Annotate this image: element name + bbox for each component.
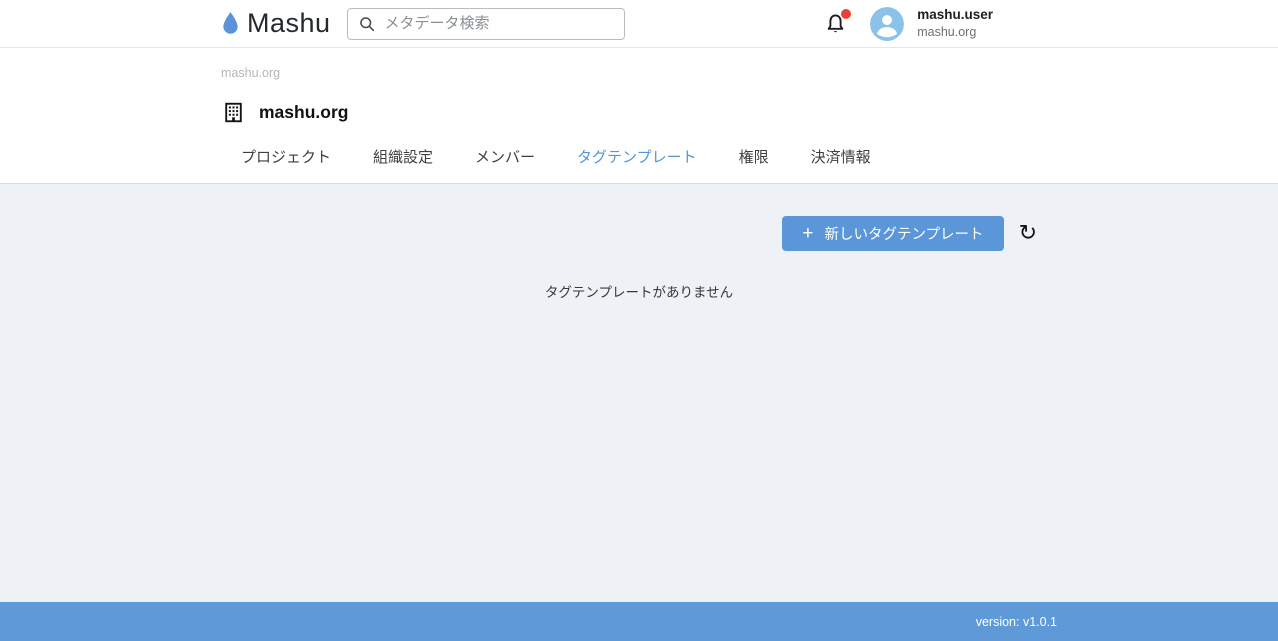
search-input[interactable] (385, 15, 614, 32)
user-org: mashu.org (917, 26, 993, 40)
avatar[interactable] (870, 7, 904, 41)
notifications-button[interactable] (823, 11, 849, 37)
app-logo[interactable]: Mashu (221, 8, 331, 39)
organization-building-icon (221, 100, 246, 125)
breadcrumb[interactable]: mashu.org (221, 48, 1057, 80)
tag-templates-panel: + 新しいタグテンプレート ↻ タグテンプレートがありません (0, 184, 1278, 602)
tab-projects[interactable]: プロジェクト (241, 132, 331, 183)
page-title: mashu.org (259, 102, 348, 123)
user-name: mashu.user (917, 7, 993, 23)
new-tag-template-button[interactable]: + 新しいタグテンプレート (782, 216, 1003, 251)
refresh-icon: ↻ (1019, 221, 1037, 246)
page-header: mashu.org mashu.org (0, 48, 1278, 184)
new-tag-template-label: 新しいタグテンプレート (824, 223, 983, 244)
water-drop-icon (221, 11, 240, 37)
notification-badge (841, 9, 851, 19)
tab-members[interactable]: メンバー (475, 132, 535, 183)
org-tabs: プロジェクト 組織設定 メンバー タグテンプレート 権限 決済情報 (241, 132, 1057, 183)
version-label: version: v1.0.1 (976, 615, 1057, 629)
user-menu[interactable]: mashu.user mashu.org (917, 7, 993, 39)
logo-text: Mashu (247, 8, 331, 39)
empty-state-message: タグテンプレートがありません (221, 281, 1057, 301)
plus-icon: + (802, 224, 813, 243)
tab-billing[interactable]: 決済情報 (811, 132, 871, 183)
app-header: Mashu (0, 0, 1278, 48)
search-icon (358, 15, 376, 33)
app-footer: version: v1.0.1 (0, 602, 1278, 641)
search-box[interactable] (347, 8, 625, 40)
tab-org-settings[interactable]: 組織設定 (373, 132, 433, 183)
tab-permissions[interactable]: 権限 (739, 132, 769, 183)
tab-tag-templates[interactable]: タグテンプレート (577, 132, 697, 183)
refresh-button[interactable]: ↻ (1019, 223, 1037, 245)
